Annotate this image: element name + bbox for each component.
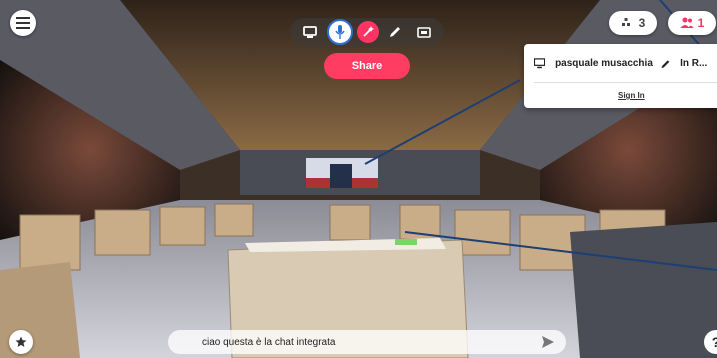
pencil-icon[interactable]: [661, 59, 670, 69]
people-panel: pasquale musacchia In R... Sign In: [524, 44, 717, 108]
favorite-button[interactable]: [9, 330, 33, 354]
screen-share-button[interactable]: [298, 20, 322, 44]
screen-share-icon: [303, 26, 318, 38]
pen-icon: [390, 27, 401, 37]
chat-message: ciao questa è la chat integrata: [202, 336, 336, 348]
media-toolbar: [290, 18, 444, 46]
objects-button[interactable]: 3: [609, 11, 657, 35]
camera-button[interactable]: [412, 20, 436, 44]
share-button[interactable]: Share: [324, 53, 410, 79]
objects-icon: [621, 18, 630, 26]
main-menu-button[interactable]: [10, 10, 36, 36]
send-icon[interactable]: [542, 336, 554, 348]
magic-wand-icon: [363, 26, 374, 37]
desktop-icon: [534, 58, 546, 69]
people-list-item: pasquale musacchia In R...: [534, 58, 717, 69]
user-status: In R...: [680, 58, 708, 69]
user-name: pasquale musacchia: [555, 58, 653, 69]
microphone-button[interactable]: [326, 19, 353, 45]
people-button[interactable]: 1: [668, 11, 716, 35]
hamburger-icon: [16, 17, 30, 29]
microphone-icon: [334, 25, 345, 39]
sign-in-link[interactable]: Sign In: [618, 91, 645, 100]
people-count: 1: [697, 16, 705, 30]
pen-button[interactable]: [383, 20, 407, 44]
spawn-object-button[interactable]: [356, 21, 379, 43]
objects-count: 3: [638, 16, 646, 30]
media-icon: [416, 27, 431, 38]
chat-input[interactable]: ciao questa è la chat integrata: [168, 330, 566, 354]
people-icon: [680, 17, 694, 28]
star-icon: [15, 336, 27, 347]
panel-divider: [534, 82, 717, 83]
